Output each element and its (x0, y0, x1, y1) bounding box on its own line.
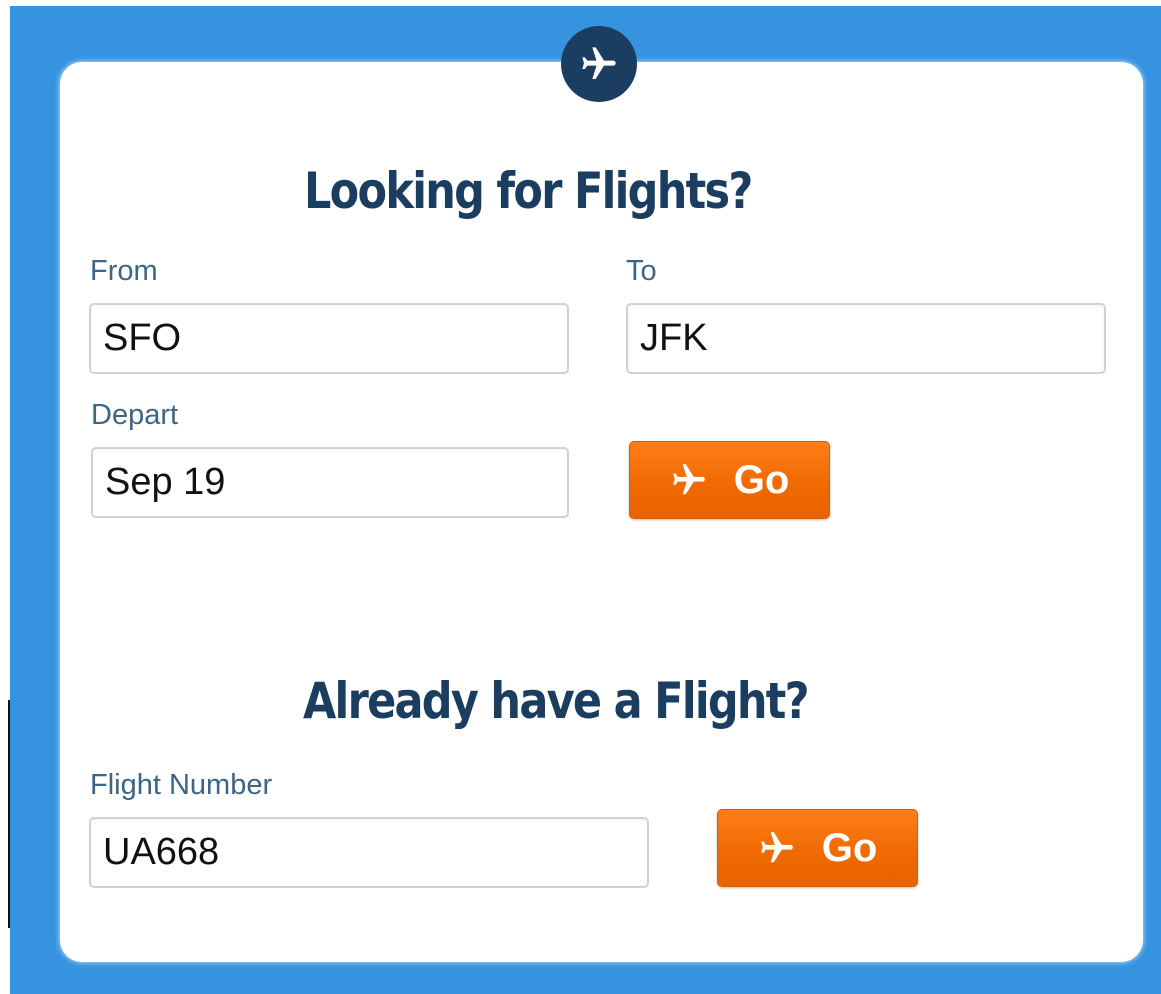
lookup-heading: Already have a Flight? (303, 672, 810, 730)
window-edge (8, 700, 10, 928)
airplane-icon (672, 464, 705, 495)
airplane-icon (760, 832, 793, 863)
go-label: Go (821, 825, 878, 870)
airplane-icon (582, 47, 616, 79)
depart-label: Depart (91, 399, 179, 431)
flight-number-label: Flight Number (90, 769, 273, 801)
lookup-go-button[interactable]: Go (717, 809, 918, 887)
airplane-badge (561, 26, 637, 102)
flight-number-input[interactable] (89, 817, 649, 888)
from-input[interactable] (89, 303, 569, 374)
to-input[interactable] (626, 303, 1106, 374)
search-heading: Looking for Flights? (304, 162, 753, 220)
depart-input[interactable] (91, 447, 569, 518)
from-label: From (90, 255, 158, 287)
to-label: To (626, 255, 657, 287)
go-label: Go (733, 457, 790, 502)
search-go-button[interactable]: Go (629, 441, 830, 519)
